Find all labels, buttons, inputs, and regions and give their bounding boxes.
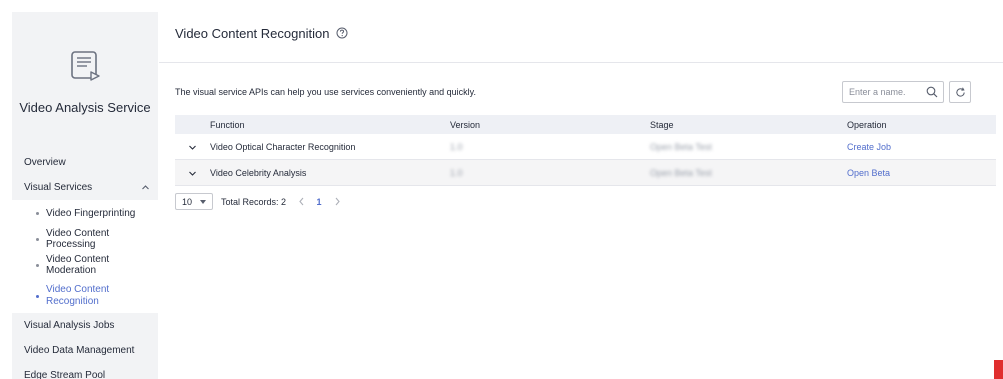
- refresh-button[interactable]: [949, 81, 971, 103]
- feedback-tab[interactable]: [994, 360, 1003, 379]
- operation-cell: Create Job: [845, 142, 996, 152]
- chevron-left-icon: [298, 197, 303, 206]
- chevron-right-icon: [335, 197, 340, 206]
- total-records: Total Records: 2: [221, 196, 287, 207]
- operation-cell: Open Beta: [845, 168, 996, 178]
- bullet-dot-icon: [36, 294, 39, 298]
- sidebar-item-label: Video Content Recognition: [46, 283, 110, 307]
- bullet-dot-icon: [36, 238, 39, 241]
- dropdown-triangle-icon: [200, 200, 206, 204]
- page-header: Video Content Recognition: [175, 24, 348, 42]
- sidebar-item-overview[interactable]: Overview: [12, 150, 158, 175]
- column-header-operation: Operation: [847, 119, 887, 130]
- chevron-down-icon[interactable]: [188, 169, 197, 178]
- service-description: The visual service APIs can help you use…: [175, 87, 476, 97]
- chevron-down-icon[interactable]: [188, 143, 197, 152]
- create-job-link[interactable]: Create Job: [847, 142, 891, 152]
- table-row: Video Celebrity Analysis 1.0 Open Beta T…: [175, 160, 996, 186]
- bullet-dot-icon: [36, 264, 39, 267]
- search-icon[interactable]: [926, 86, 938, 98]
- search-box: [842, 81, 944, 103]
- chevron-up-icon[interactable]: [141, 183, 150, 192]
- help-icon[interactable]: [336, 27, 348, 39]
- sidebar-item-visual-services[interactable]: Visual Services: [12, 175, 158, 200]
- stage-cell: Open Beta Test: [647, 168, 845, 178]
- sidebar-item-video-content-recognition[interactable]: Video Content Recognition: [12, 278, 158, 313]
- page-title: Video Content Recognition: [175, 25, 330, 41]
- sidebar-item-edge-stream-pool[interactable]: Edge Stream Pool: [12, 363, 158, 379]
- header-divider: [159, 62, 1003, 63]
- service-title: Video Analysis Service: [19, 100, 151, 115]
- table-header: Function Version Stage Operation: [175, 115, 996, 134]
- sidebar-item-visual-analysis-jobs[interactable]: Visual Analysis Jobs: [12, 313, 158, 338]
- function-name: Video Optical Character Recognition: [210, 141, 356, 152]
- sidebar-item-video-content-processing[interactable]: Video Content Processing: [12, 226, 158, 252]
- version-value: 1.0: [450, 141, 463, 152]
- open-beta-link[interactable]: Open Beta: [847, 168, 890, 178]
- column-header-version: Version: [450, 119, 481, 130]
- page-size-value: 10: [182, 196, 193, 207]
- video-analysis-service-icon: [71, 51, 100, 81]
- column-header-stage: Stage: [650, 119, 674, 130]
- stage-value: Open Beta Test: [650, 141, 712, 152]
- sidebar-item-label: Visual Services: [24, 182, 93, 193]
- version-cell: 1.0: [447, 168, 647, 178]
- function-cell: Video Celebrity Analysis: [175, 168, 447, 178]
- version-cell: 1.0: [447, 142, 647, 152]
- column-header-function: Function: [210, 119, 245, 130]
- sidebar-item-video-content-moderation[interactable]: Video Content Moderation: [12, 252, 158, 278]
- function-name: Video Celebrity Analysis: [210, 167, 307, 178]
- pagination: 10 Total Records: 2 1: [175, 193, 344, 210]
- page-size-select[interactable]: 10: [175, 193, 213, 210]
- sidebar-item-label: Video Fingerprinting: [46, 207, 136, 219]
- table-row: Video Optical Character Recognition 1.0 …: [175, 134, 996, 160]
- sidebar-item-label: Video Content Processing: [46, 228, 110, 250]
- sidebar-item-label: Video Content Moderation: [46, 254, 110, 276]
- sidebar-item-video-data-management[interactable]: Video Data Management: [12, 338, 158, 363]
- version-value: 1.0: [450, 167, 463, 178]
- stage-value: Open Beta Test: [650, 167, 712, 178]
- bullet-dot-icon: [36, 212, 39, 215]
- stage-cell: Open Beta Test: [647, 142, 845, 152]
- services-table: Function Version Stage Operation Video O…: [175, 115, 996, 186]
- next-page-button[interactable]: [330, 195, 344, 209]
- function-cell: Video Optical Character Recognition: [175, 142, 447, 152]
- current-page[interactable]: 1: [312, 197, 326, 207]
- sidebar: Video Analysis Service Overview Visual S…: [12, 12, 158, 379]
- refresh-icon: [956, 87, 965, 97]
- previous-page-button[interactable]: [294, 195, 308, 209]
- sidebar-nav: Overview Visual Services Video Fingerpri…: [12, 150, 158, 379]
- visual-services-submenu: Video Fingerprinting Video Content Proce…: [12, 200, 158, 313]
- sidebar-item-video-fingerprinting[interactable]: Video Fingerprinting: [12, 200, 158, 226]
- search-input[interactable]: [843, 82, 923, 102]
